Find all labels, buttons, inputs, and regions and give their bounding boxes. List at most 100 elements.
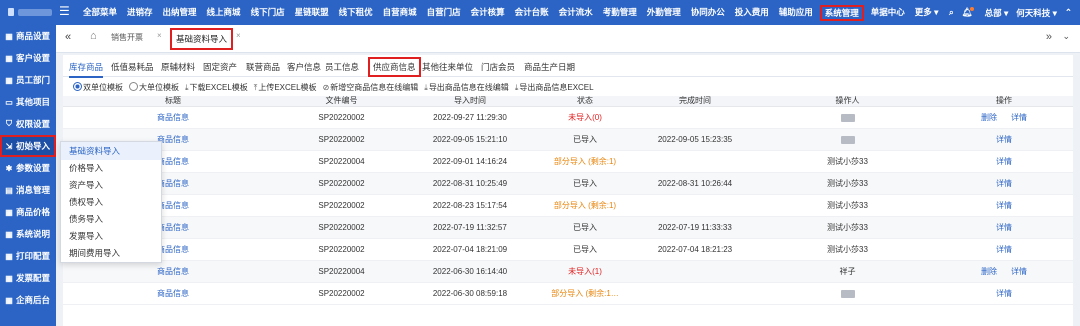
nav-item[interactable]: 协同办公 [686, 0, 730, 25]
row-operator [760, 282, 935, 305]
nav-item[interactable]: 自营门店 [422, 0, 466, 25]
close-icon[interactable]: × [157, 31, 162, 40]
dropdown-item[interactable]: 资产导入 [61, 177, 161, 194]
nav-item[interactable]: 更多 ▾ [910, 0, 944, 25]
nav-item[interactable]: 投入费用 [730, 0, 774, 25]
row-status-cell: 未导入(0) [540, 106, 630, 129]
nav-item[interactable]: 自营商城 [378, 0, 422, 25]
new-empty-edit-button[interactable]: ⊘新增空商品信息在线编辑 [323, 82, 419, 93]
search-icon[interactable]: ⌕ [949, 7, 954, 18]
delete-link[interactable]: 删除 [981, 267, 997, 276]
dropdown-item[interactable]: 债务导入 [61, 211, 161, 228]
user-switch[interactable]: 总部 ▾ [985, 7, 1009, 19]
nav-item[interactable]: 线下门店 [246, 0, 290, 25]
row-title-link[interactable]: 商品信息 [63, 106, 283, 129]
detail-link[interactable]: 详情 [996, 201, 1012, 210]
column-header: 完成时间 [630, 96, 760, 107]
app-logo[interactable] [8, 6, 52, 18]
radio-double-unit[interactable]: 双单位模板 [73, 81, 123, 93]
sidebar-item[interactable]: ▤ 消息管理 [0, 179, 56, 201]
tab-basic-import[interactable]: 基础资料导入 [170, 28, 234, 50]
radio-checked-icon [73, 81, 82, 91]
sidebar-item[interactable]: ⇲ 初始导入 [0, 135, 56, 157]
upload-icon: ⤒ [253, 82, 258, 92]
sidebar-item[interactable]: ▦ 商品设置 [0, 25, 56, 47]
nav-item[interactable]: 会计核算 [466, 0, 510, 25]
row-file-number: SP20220002 [283, 194, 400, 217]
nav-item[interactable]: 系统管理 [819, 4, 864, 21]
dropdown-item[interactable]: 发票导入 [61, 228, 161, 245]
nav-item[interactable]: 进销存 [122, 0, 158, 25]
home-icon[interactable]: ⌂ [90, 30, 97, 42]
download-template-button[interactable]: ⤓下载EXCEL模板 [185, 82, 248, 93]
subtab[interactable]: 低值易耗品 [111, 61, 154, 73]
sidebar-item[interactable]: ▦ 打印配置 [0, 245, 56, 267]
subtab[interactable]: 库存商品 [69, 61, 104, 78]
nav-item[interactable]: 出纳管理 [158, 0, 202, 25]
row-actions: 详情 [935, 172, 1073, 195]
company-switch[interactable]: 何天科技 ▾ [1016, 7, 1057, 19]
delete-link[interactable]: 删除 [981, 113, 997, 122]
subtab[interactable]: 员工信息 [325, 61, 359, 73]
collapse-up-icon[interactable]: ⌃ [1065, 7, 1072, 18]
subtab[interactable]: 联营商品 [246, 61, 280, 73]
subtab[interactable]: 商品生产日期 [524, 61, 575, 73]
export-online-edit-button[interactable]: ⤓导出商品信息在线编辑 [424, 82, 509, 93]
sidebar-item[interactable]: ▦ 系统说明 [0, 223, 56, 245]
menu-toggle-icon[interactable]: ☰ [59, 5, 70, 17]
main-content: 库存商品 低值易耗品 原辅材料 固定资产 联营商品 客户信息 员工信息 供应商信息 其他往来单位… [63, 55, 1073, 326]
subtab[interactable]: 原辅材料 [161, 61, 195, 73]
tabs-scroll-right-icon[interactable]: » [1046, 31, 1052, 43]
upload-template-button[interactable]: ⤒上传EXCEL模板 [254, 82, 317, 93]
nav-item[interactable]: 会计台账 [510, 0, 554, 25]
subtab[interactable]: 客户信息 [287, 61, 321, 73]
dropdown-item-basic-import[interactable]: 基础资料导入 [61, 142, 161, 160]
sidebar-item[interactable]: ▦ 员工部门 [0, 69, 56, 91]
tabs-scroll-left-icon[interactable]: « [65, 31, 71, 43]
nav-item[interactable]: 线上商城 [202, 0, 246, 25]
sidebar-item[interactable]: ▦ 企商后台 [0, 289, 56, 311]
column-header: 标题 [63, 96, 283, 107]
sidebar-item[interactable]: ▦ 商品价格 [0, 201, 56, 223]
subtab[interactable]: 门店会员 [481, 61, 515, 73]
column-header: 操作人 [760, 96, 935, 107]
tab-sales-invoice[interactable]: 销售开票 [111, 32, 143, 43]
subtab[interactable]: 固定资产 [203, 61, 237, 73]
row-title-link[interactable]: 商品信息 [63, 260, 283, 283]
close-icon[interactable]: × [236, 31, 241, 40]
table-row: 商品信息 SP20220002 2022-08-31 10:25:49 已导入 2022… [63, 172, 1073, 195]
detail-link[interactable]: 详情 [996, 157, 1012, 166]
detail-link[interactable]: 详情 [996, 179, 1012, 188]
dropdown-item[interactable]: 期间费用导入 [61, 245, 161, 262]
row-done-time: 2022-07-19 11:33:33 [630, 216, 760, 239]
column-header: 状态 [540, 96, 630, 107]
sidebar-item[interactable]: ✱ 参数设置 [0, 157, 56, 179]
detail-link[interactable]: 详情 [1011, 113, 1027, 122]
detail-link[interactable]: 详情 [1011, 267, 1027, 276]
dropdown-item[interactable]: 价格导入 [61, 160, 161, 177]
nav-item[interactable]: 外勤管理 [642, 0, 686, 25]
sidebar-item[interactable]: ▦ 客户设置 [0, 47, 56, 69]
dropdown-item[interactable]: 债权导入 [61, 194, 161, 211]
sidebar-item[interactable]: ▭ 其他项目 [0, 91, 56, 113]
nav-item[interactable]: 考勤管理 [598, 0, 642, 25]
nav-item[interactable]: 辅助应用 [774, 0, 818, 25]
nav-item[interactable]: 单据中心 [866, 0, 910, 25]
bell-icon[interactable]: 🔔︎ [962, 7, 977, 18]
row-title-link[interactable]: 商品信息 [63, 282, 283, 305]
detail-link[interactable]: 详情 [996, 245, 1012, 254]
nav-item[interactable]: 会计流水 [554, 0, 598, 25]
subtab[interactable]: 其他往来单位 [422, 61, 473, 73]
nav-item[interactable]: 线下租优 [334, 0, 378, 25]
sidebar-item[interactable]: ⛉ 权限设置 [0, 113, 56, 135]
nav-item[interactable]: 全部菜单 [78, 0, 122, 25]
radio-big-unit[interactable]: 大单位模板 [129, 81, 179, 93]
export-excel-button[interactable]: ⤓导出商品信息EXCEL [515, 82, 594, 93]
chevron-down-icon[interactable]: ⌄ [1062, 31, 1070, 42]
subtab[interactable]: 供应商信息 [368, 57, 421, 77]
nav-item[interactable]: 星链联盟 [290, 0, 334, 25]
detail-link[interactable]: 详情 [996, 223, 1012, 232]
detail-link[interactable]: 详情 [996, 289, 1012, 298]
detail-link[interactable]: 详情 [996, 135, 1012, 144]
sidebar-item[interactable]: ▦ 发票配置 [0, 267, 56, 289]
